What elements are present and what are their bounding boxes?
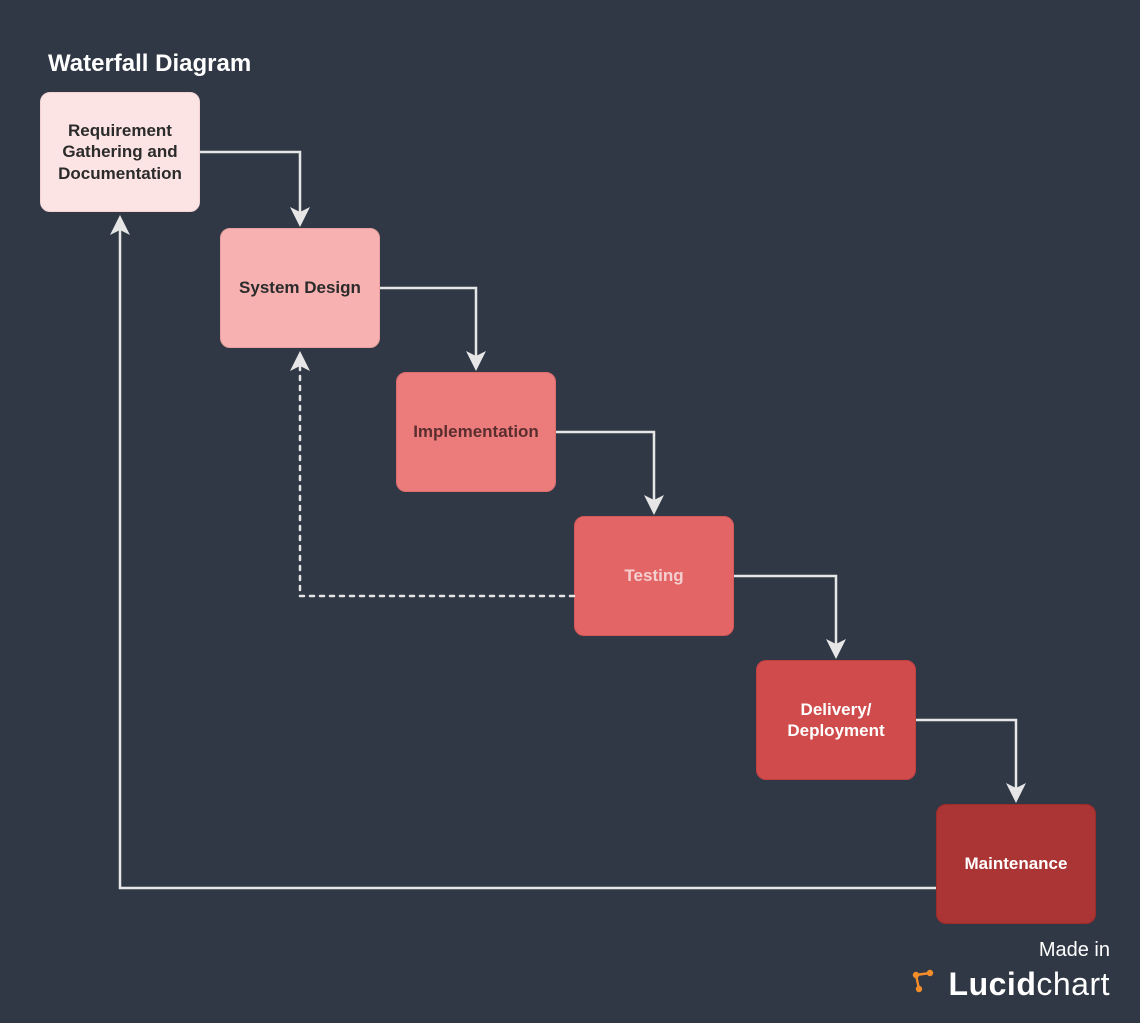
node-requirement: Requirement Gathering and Documentation bbox=[40, 92, 200, 212]
node-label: Delivery/ Deployment bbox=[767, 699, 905, 742]
footer-brand: Lucidchart bbox=[909, 966, 1110, 1003]
node-delivery: Delivery/ Deployment bbox=[756, 660, 916, 780]
diagram-title: Waterfall Diagram bbox=[48, 50, 251, 78]
footer-made-in: Made in bbox=[909, 939, 1110, 962]
brand-light: chart bbox=[1036, 966, 1110, 1002]
lucidchart-logo-icon bbox=[909, 967, 939, 1002]
node-label: Maintenance bbox=[965, 853, 1068, 874]
connector-test-deliv bbox=[734, 576, 836, 654]
connector-design-impl bbox=[380, 288, 476, 366]
node-maintenance: Maintenance bbox=[936, 804, 1096, 924]
connector-impl-test bbox=[556, 432, 654, 510]
node-label: Implementation bbox=[413, 421, 539, 442]
node-label: System Design bbox=[239, 277, 361, 298]
node-system-design: System Design bbox=[220, 228, 380, 348]
node-implementation: Implementation bbox=[396, 372, 556, 492]
connector-deliv-maint bbox=[916, 720, 1016, 798]
connector-req-design bbox=[200, 152, 300, 222]
node-label: Testing bbox=[624, 565, 683, 586]
footer-brand-text: Lucidchart bbox=[949, 966, 1110, 1003]
node-testing: Testing bbox=[574, 516, 734, 636]
footer: Made in Lucidchart bbox=[909, 939, 1110, 1003]
diagram-canvas: Waterfall Diagram Requirement Gathering … bbox=[0, 0, 1140, 1023]
node-label: Requirement Gathering and Documentation bbox=[51, 120, 189, 184]
brand-bold: Lucid bbox=[949, 966, 1037, 1002]
